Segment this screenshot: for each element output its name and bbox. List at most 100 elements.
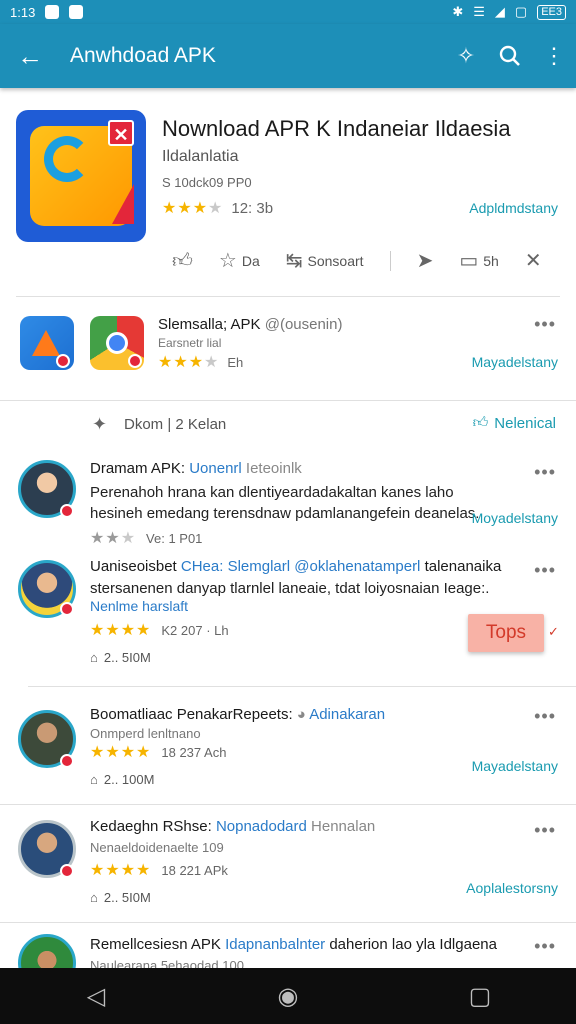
more-horiz-icon[interactable]: ••• <box>534 706 556 727</box>
related-link[interactable]: Mayadelstany <box>472 354 558 370</box>
chrome-icon[interactable] <box>90 316 144 370</box>
author-name: Uaniseoisbet <box>90 558 177 575</box>
search-icon[interactable] <box>488 24 532 88</box>
status-bar: 1:13 ✱ ☰ ◢ ▢ EE3 <box>0 0 576 24</box>
review-text: Perenahoh hrana kan dlentiyeardadakaltan… <box>90 484 480 522</box>
author-tag[interactable]: Uonenrl <box>189 460 242 477</box>
notification-icon <box>45 5 60 19</box>
review-sublink[interactable]: Nenlme harslaft <box>90 598 188 614</box>
like-button[interactable]: 👍︎ <box>172 249 193 273</box>
nav-home-icon[interactable]: ◉ <box>258 982 318 1011</box>
comment-icon: ▭ <box>459 250 479 272</box>
close-badge-icon: ✕ <box>108 120 134 146</box>
review-item[interactable]: Boomatliaac PenakarRepeets: ◕ Adinakaran… <box>0 696 576 802</box>
share-icon: ↹ <box>285 250 303 272</box>
related-rating-text: Eh <box>227 354 244 370</box>
home-icon: ⌂ <box>90 650 98 665</box>
author-name: Boomatliaac PenakarRepeets: <box>90 706 293 723</box>
author-name: Kedaeghn RShse: <box>90 818 212 835</box>
share-button[interactable]: ↹ Sonsoart <box>286 248 364 273</box>
avatar[interactable] <box>18 934 76 968</box>
app-meta: S 10dck09 PP0 <box>162 175 252 190</box>
review-link[interactable]: Moyadelstany <box>472 510 558 526</box>
app-subtitle: Ildalanlatia <box>162 148 239 165</box>
review-size: ⌂ 2.. 5I0M <box>90 890 151 905</box>
favorite-button[interactable]: ☆ Da <box>219 248 260 273</box>
star-rating-icon: ★★★★ <box>90 622 152 639</box>
rating-text: 12: 3b <box>231 199 274 217</box>
status-time: 1:13 <box>10 4 36 20</box>
sort-label: Nelenical <box>494 414 556 432</box>
divider <box>0 400 576 401</box>
star-rating-icon: ★★★ <box>90 530 137 547</box>
more-horiz-icon[interactable]: ••• <box>534 462 556 483</box>
developer-link[interactable]: Adpldmdstany <box>469 200 558 216</box>
nav-recents-icon[interactable]: ▢ <box>450 982 510 1011</box>
review-size: ⌂ 2.. 5I0M <box>90 650 151 665</box>
comment-button[interactable]: ▭ 5h <box>459 248 498 273</box>
review-author: Remellcesiesn APK Idapnanbalnter daherio… <box>90 936 497 953</box>
wifi-icon: ☰ <box>473 4 485 19</box>
review-sub: Onmperd lenltnano <box>90 726 201 741</box>
author-tag[interactable]: CHea: Slemglarl @oklahenatamperl <box>181 558 421 575</box>
verified-badge-icon <box>60 864 74 878</box>
app-title: Nownload APR K Indaneiar Ildaesia <box>162 116 511 141</box>
review-author: Uaniseoisbet CHea: Slemglarl @oklahenata… <box>90 558 501 575</box>
app-icon: ✕ <box>16 110 146 242</box>
review-item[interactable]: Kedaeghn RShse: Nopnadodard Hennalan Nen… <box>0 812 576 922</box>
more-horiz-icon[interactable]: ••• <box>534 820 556 841</box>
review-link[interactable]: Mayadelstany <box>472 758 558 774</box>
share-label: Sonsoart <box>307 252 364 269</box>
tops-badge[interactable]: Tops <box>468 614 544 652</box>
dismiss-button[interactable]: ✕ <box>525 248 542 273</box>
system-nav-bar: ◁ ◉ ▢ <box>0 968 576 1024</box>
verified-badge-icon <box>60 602 74 616</box>
back-arrow-icon[interactable]: ← <box>0 24 60 88</box>
author-tag[interactable]: Adinakaran <box>309 706 385 723</box>
nav-back-icon[interactable]: ◁ <box>66 982 126 1011</box>
page-title: Anwhdoad APK <box>70 44 216 67</box>
check-notification-icon <box>69 5 84 19</box>
review-author: Kedaeghn RShse: Nopnadodard Hennalan <box>90 818 375 835</box>
home-icon: ⌂ <box>90 772 98 787</box>
author-tag[interactable]: Nopnadodard <box>216 818 307 835</box>
review-sub: Nenaeldoidenaelte 109 <box>90 840 224 855</box>
review-link[interactable]: Aoplalestorsny <box>466 880 558 896</box>
close-icon: ✕ <box>524 250 542 272</box>
author-tag[interactable]: Idapnanbalnter <box>225 936 325 953</box>
related-apps-row[interactable]: Slemsalla; APK @(ousenin) Earsnetr lial … <box>0 300 576 400</box>
more-vert-icon[interactable]: ⋮ <box>532 24 576 88</box>
related-app-icon[interactable] <box>20 316 74 370</box>
related-title: Slemsalla; APK @(ousenin) <box>158 316 342 333</box>
favorite-label: Da <box>241 252 260 269</box>
forward-button[interactable]: ➤ <box>417 248 434 273</box>
review-rating-text: Ve: 1 P01 <box>146 530 203 546</box>
review-rating: ★★★ Ve: 1 P01 <box>90 528 202 548</box>
signal-icon: ◢ <box>494 4 505 19</box>
review-rating-text: 18 237 Ach <box>161 744 227 760</box>
related-title-text: Slemsalla; APK <box>158 316 261 333</box>
review-item[interactable]: Remellcesiesn APK Idapnanbalnter daherio… <box>0 930 576 968</box>
more-horiz-icon[interactable]: ••• <box>534 936 556 957</box>
thumbs-up-icon: 👍︎ <box>472 414 489 431</box>
author-tag2: talenanaika <box>424 558 502 575</box>
settings-cog-icon[interactable]: ✧ <box>444 24 488 88</box>
sort-button[interactable]: 👍︎ Nelenical <box>473 414 556 432</box>
review-author: Dramam APK: Uonenrl Ieteoinlk <box>90 460 302 477</box>
bluetooth-icon: ✱ <box>452 4 464 19</box>
comment-count: 5h <box>483 252 499 269</box>
review-author: Boomatliaac PenakarRepeets: ◕ Adinakaran <box>90 706 385 723</box>
more-horiz-icon[interactable]: ••• <box>534 560 556 581</box>
size-text: 2.. 100M <box>103 772 155 787</box>
more-horiz-icon[interactable]: ••• <box>534 314 556 335</box>
star-icon: ☆ <box>218 250 237 272</box>
size-text: 2.. 5I0M <box>103 650 151 665</box>
star-rating-icon: ★★★★ <box>158 354 220 371</box>
filter-label[interactable]: Dkom | 2 Kelan <box>124 416 226 433</box>
review-rating: ★★★★ 18 237 Ach <box>90 742 226 762</box>
app-bar: ← Anwhdoad APK ✧ ⋮ <box>0 24 576 88</box>
review-item[interactable]: Dramam APK: Uonenrl Ieteoinlk Perenahoh … <box>0 450 576 550</box>
divider <box>0 804 576 805</box>
action-row: 👍︎ ☆ Da ↹ Sonsoart ➤ ▭ 5h ✕ <box>172 248 542 273</box>
author-tag2: Hennalan <box>311 818 376 835</box>
